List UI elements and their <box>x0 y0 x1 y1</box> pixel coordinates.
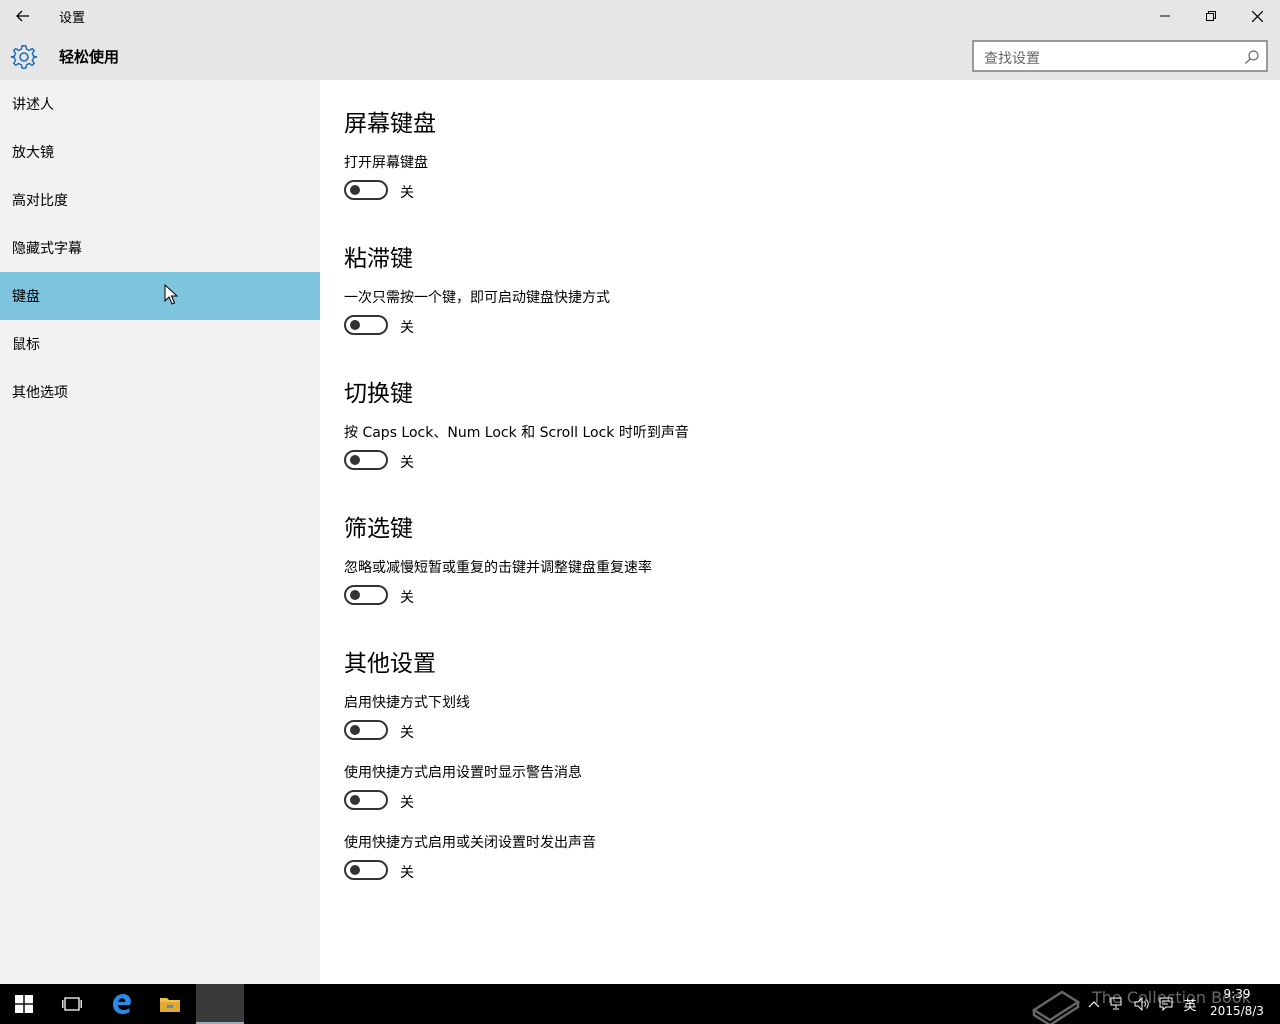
search-input[interactable]: 查找设置 <box>972 40 1268 72</box>
page-title: 轻松使用 <box>59 48 120 66</box>
sidebar-item-high-contrast[interactable]: 高对比度 <box>0 176 320 224</box>
volume-button[interactable] <box>1130 984 1154 1024</box>
windows-logo-icon <box>15 995 33 1013</box>
toggle-knob <box>350 590 360 600</box>
toggle-switch-sound[interactable] <box>344 860 388 880</box>
chevron-up-icon <box>1088 1001 1100 1008</box>
sidebar-item-keyboard[interactable]: 键盘 <box>0 272 320 320</box>
sidebar-item-label: 放大镜 <box>12 145 54 161</box>
close-button[interactable] <box>1234 0 1280 32</box>
title-bar: 设置 <box>0 0 1280 32</box>
restore-icon <box>1206 11 1216 21</box>
toggle-switch-toggle-keys[interactable] <box>344 450 388 470</box>
task-view-button[interactable] <box>48 984 96 1024</box>
option-label: 忽略或减慢短暂或重复的击键并调整键盘重复速率 <box>344 560 652 576</box>
option-label: 使用快捷方式启用设置时显示警告消息 <box>344 765 582 781</box>
toggle-state-label: 关 <box>400 725 414 741</box>
toggle-state-label: 关 <box>400 185 414 201</box>
sidebar-item-label: 讲述人 <box>12 97 54 113</box>
sidebar: 讲述人 放大镜 高对比度 隐藏式字幕 键盘 鼠标 其他选项 <box>0 80 320 984</box>
tray-overflow-button[interactable] <box>1084 984 1104 1024</box>
toggle-switch-shortcut-underline[interactable] <box>344 720 388 740</box>
back-button[interactable] <box>0 0 46 32</box>
toggle-state-label: 关 <box>400 455 414 471</box>
section-title-other-settings: 其他设置 <box>344 651 436 677</box>
option-label: 打开屏幕键盘 <box>344 155 428 171</box>
minimize-icon <box>1160 15 1170 17</box>
input-method-indicator[interactable]: 英 <box>1178 984 1202 1024</box>
settings-content: 屏幕键盘 打开屏幕键盘 关 粘滞键 一次只需按一个键，即可启动键盘快捷方式 关 … <box>320 80 1280 984</box>
toggle-state-label: 关 <box>400 795 414 811</box>
section-title-filter-keys: 筛选键 <box>344 516 413 542</box>
toggle-knob <box>350 725 360 735</box>
sidebar-item-label: 其他选项 <box>12 385 68 401</box>
sidebar-item-mouse[interactable]: 鼠标 <box>0 320 320 368</box>
toggle-switch-sticky-keys[interactable] <box>344 315 388 335</box>
sidebar-item-narrator[interactable]: 讲述人 <box>0 80 320 128</box>
back-arrow-icon <box>16 10 29 22</box>
file-explorer-button[interactable] <box>146 984 194 1024</box>
minimize-button[interactable] <box>1142 0 1188 32</box>
volume-icon <box>1134 997 1149 1011</box>
option-label: 按 Caps Lock、Num Lock 和 Scroll Lock 时听到声音 <box>344 425 689 441</box>
network-icon <box>1110 997 1122 1010</box>
toggle-knob <box>350 320 360 330</box>
sidebar-item-label: 鼠标 <box>12 337 40 353</box>
taskbar: The Collection Book 英 9:39 2015/8/3 <box>0 984 1280 1024</box>
action-center-button[interactable] <box>1154 984 1178 1024</box>
gear-icon <box>10 45 38 69</box>
section-title-toggle-keys: 切换键 <box>344 381 413 407</box>
sidebar-item-label: 高对比度 <box>12 193 68 209</box>
toggle-state-label: 关 <box>400 320 414 336</box>
sidebar-item-closed-captions[interactable]: 隐藏式字幕 <box>0 224 320 272</box>
settings-header: 轻松使用 查找设置 <box>0 32 1280 80</box>
clock-date: 2015/8/3 <box>1210 1004 1264 1018</box>
notification-icon <box>1159 997 1173 1011</box>
book-watermark-icon <box>1031 990 1081 1024</box>
edge-browser-button[interactable] <box>98 984 146 1024</box>
sidebar-item-label: 隐藏式字幕 <box>12 241 82 257</box>
toggle-state-label: 关 <box>400 590 414 606</box>
task-view-icon <box>62 997 82 1011</box>
network-button[interactable] <box>1106 984 1130 1024</box>
taskbar-clock[interactable]: 9:39 2015/8/3 <box>1204 986 1270 1020</box>
settings-taskbar-button[interactable] <box>196 984 244 1024</box>
toggle-state-label: 关 <box>400 865 414 881</box>
toggle-switch-filter-keys[interactable] <box>344 585 388 605</box>
option-label: 一次只需按一个键，即可启动键盘快捷方式 <box>344 290 610 306</box>
toggle-switch-on-screen-keyboard[interactable] <box>344 180 388 200</box>
mouse-cursor-icon <box>164 284 178 305</box>
sidebar-item-other-options[interactable]: 其他选项 <box>0 368 320 416</box>
start-button[interactable] <box>0 984 48 1024</box>
toggle-switch-warning-message[interactable] <box>344 790 388 810</box>
option-label: 使用快捷方式启用或关闭设置时发出声音 <box>344 835 596 851</box>
clock-time: 9:39 <box>1223 987 1251 1001</box>
toggle-knob <box>350 185 360 195</box>
sidebar-item-magnifier[interactable]: 放大镜 <box>0 128 320 176</box>
sidebar-item-label: 键盘 <box>12 289 40 305</box>
toggle-knob <box>350 865 360 875</box>
toggle-knob <box>350 455 360 465</box>
section-title-sticky-keys: 粘滞键 <box>344 246 413 272</box>
search-icon[interactable] <box>1244 49 1260 65</box>
restore-button[interactable] <box>1188 0 1234 32</box>
section-title-on-screen-keyboard: 屏幕键盘 <box>344 111 436 137</box>
close-icon <box>1251 10 1263 22</box>
toggle-knob <box>350 795 360 805</box>
window-title: 设置 <box>59 11 86 26</box>
search-placeholder: 查找设置 <box>984 51 1040 67</box>
option-label: 启用快捷方式下划线 <box>344 695 470 711</box>
folder-icon <box>160 998 180 1012</box>
edge-icon <box>113 994 131 1014</box>
